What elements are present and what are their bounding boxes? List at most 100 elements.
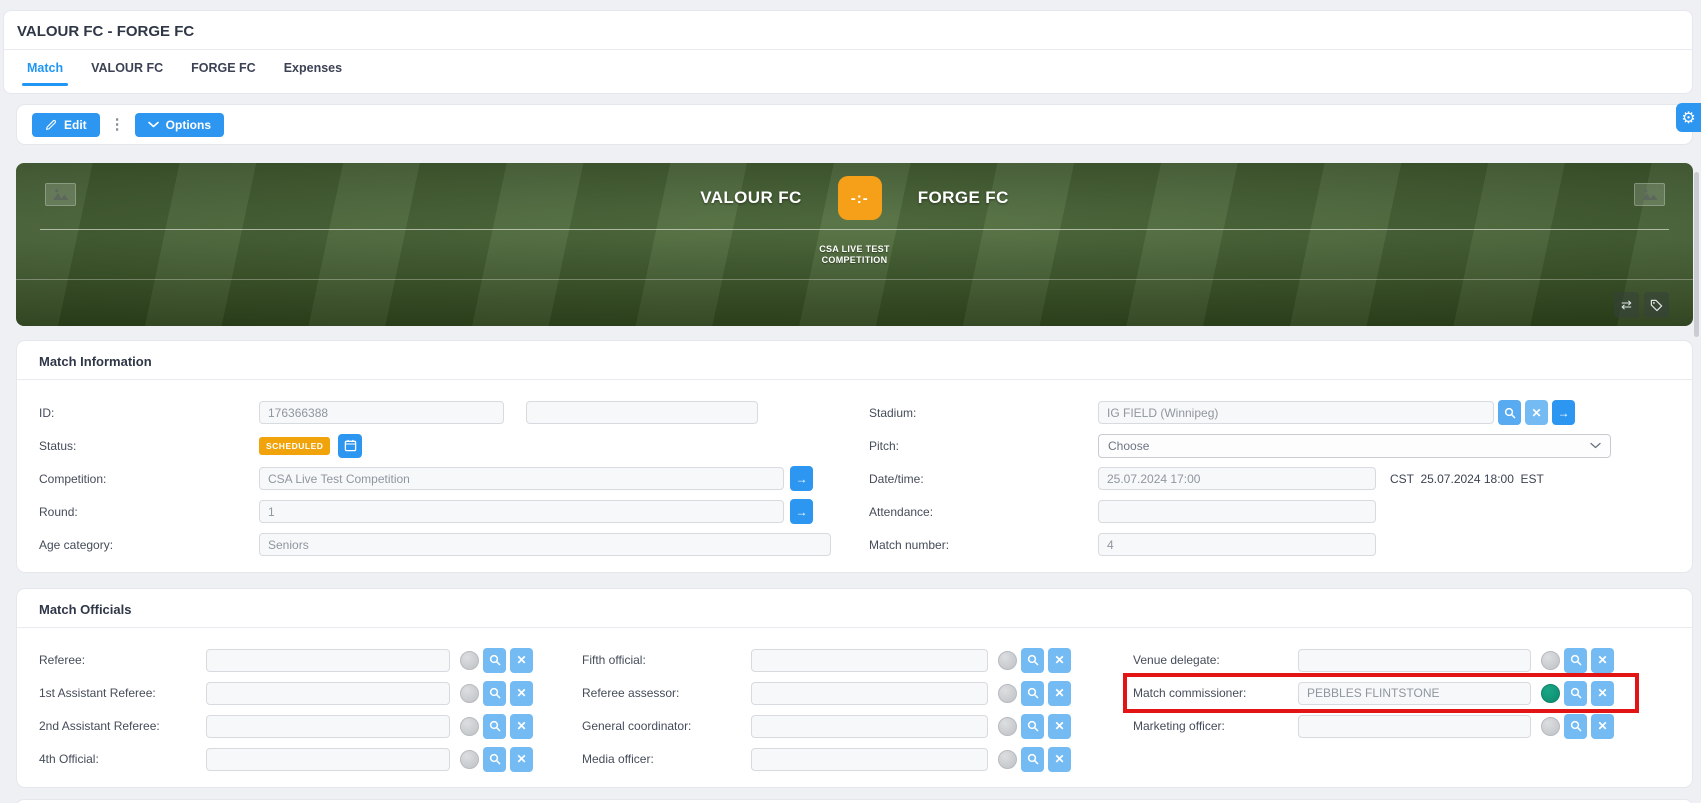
- search-button[interactable]: [483, 714, 506, 739]
- tab-expenses[interactable]: Expenses: [284, 61, 342, 86]
- toolbar: Edit ⋮ Options: [16, 104, 1693, 145]
- clear-button[interactable]: ✕: [1048, 714, 1071, 739]
- schedule-calendar-button[interactable]: [338, 434, 362, 458]
- stadium-search-button[interactable]: [1498, 400, 1521, 425]
- calendar-icon: [344, 439, 357, 452]
- options-button[interactable]: Options: [135, 113, 224, 137]
- search-button[interactable]: [483, 681, 506, 706]
- search-icon: [1027, 687, 1039, 699]
- fifth-official-input[interactable]: [751, 649, 988, 672]
- official-label: Fifth official:: [582, 653, 751, 667]
- clear-button[interactable]: ✕: [1591, 648, 1614, 673]
- clear-button[interactable]: ✕: [1591, 681, 1614, 706]
- officials-column-3: Venue delegate: ✕ Match commissioner: ✕ …: [1133, 647, 1614, 746]
- round-input[interactable]: [259, 500, 784, 523]
- field-row-stadium: Stadium: ✕ →: [869, 401, 1611, 424]
- more-actions-dots-icon[interactable]: ⋮: [110, 117, 125, 132]
- search-button[interactable]: [1564, 648, 1587, 673]
- clear-button[interactable]: ✕: [1048, 648, 1071, 673]
- goto-competition-button[interactable]: →: [790, 466, 813, 491]
- clear-button[interactable]: ✕: [1591, 714, 1614, 739]
- goto-stadium-button[interactable]: →: [1552, 400, 1575, 425]
- competition-input[interactable]: [259, 467, 784, 490]
- competition-name-line1: CSA LIVE TEST: [16, 244, 1693, 255]
- pitch-label: Pitch:: [869, 439, 1098, 453]
- official-status-circle: [460, 684, 479, 703]
- tab-forge-fc[interactable]: FORGE FC: [191, 61, 256, 86]
- score-badge[interactable]: -:-: [838, 176, 882, 220]
- official-label: 2nd Assistant Referee:: [39, 719, 206, 733]
- clear-button[interactable]: ✕: [510, 681, 533, 706]
- attendance-input[interactable]: [1098, 500, 1376, 523]
- official-status-circle: [998, 651, 1017, 670]
- divider: [17, 379, 1692, 380]
- competition-name: CSA LIVE TEST COMPETITION: [16, 244, 1693, 266]
- divider: [17, 627, 1692, 628]
- tab-match[interactable]: Match: [27, 61, 63, 86]
- search-button[interactable]: [1021, 648, 1044, 673]
- venue-delegate-input[interactable]: [1298, 649, 1531, 672]
- chevron-down-icon: [1590, 442, 1601, 449]
- search-icon: [489, 753, 501, 765]
- tab-valour-fc[interactable]: VALOUR FC: [91, 61, 163, 86]
- search-button[interactable]: [1021, 714, 1044, 739]
- official-row-referee-assessor: Referee assessor: ✕: [582, 680, 1071, 706]
- tag-button[interactable]: [1644, 292, 1669, 318]
- fourth-official-input[interactable]: [206, 748, 450, 771]
- pitch-select[interactable]: Choose: [1098, 434, 1611, 458]
- id-secondary-input[interactable]: [526, 401, 758, 424]
- marketing-officer-input[interactable]: [1298, 715, 1531, 738]
- tab-bar: Match VALOUR FC FORGE FC Expenses: [4, 50, 1692, 86]
- official-status-circle: [1541, 717, 1560, 736]
- match-number-input[interactable]: [1098, 533, 1376, 556]
- clear-button[interactable]: ✕: [510, 747, 533, 772]
- banner-actions: ⇄: [1614, 292, 1669, 318]
- search-button[interactable]: [483, 747, 506, 772]
- field-row-match-number: Match number:: [869, 533, 1611, 556]
- swap-teams-button[interactable]: ⇄: [1614, 292, 1639, 318]
- age-category-input[interactable]: [259, 533, 831, 556]
- clear-button[interactable]: ✕: [1048, 681, 1071, 706]
- search-button[interactable]: [1021, 747, 1044, 772]
- search-button[interactable]: [1021, 681, 1044, 706]
- options-button-label: Options: [166, 118, 211, 132]
- goto-round-button[interactable]: →: [790, 499, 813, 524]
- edit-button[interactable]: Edit: [32, 113, 100, 137]
- referee-input[interactable]: [206, 649, 450, 672]
- official-label: Marketing officer:: [1133, 719, 1298, 733]
- official-label: Referee:: [39, 653, 206, 667]
- match-commissioner-input[interactable]: [1298, 682, 1531, 705]
- second-assistant-referee-input[interactable]: [206, 715, 450, 738]
- pencil-icon: [45, 119, 57, 131]
- search-icon: [1027, 720, 1039, 732]
- first-assistant-referee-input[interactable]: [206, 682, 450, 705]
- official-label: 1st Assistant Referee:: [39, 686, 206, 700]
- search-button[interactable]: [483, 648, 506, 673]
- search-icon: [1504, 407, 1516, 419]
- settings-flyout-button[interactable]: ⚙: [1676, 103, 1701, 132]
- stadium-clear-button[interactable]: ✕: [1525, 400, 1548, 425]
- x-icon: ✕: [1054, 719, 1064, 733]
- general-coordinator-input[interactable]: [751, 715, 988, 738]
- search-icon: [1570, 720, 1582, 732]
- page-title: VALOUR FC - FORGE FC: [4, 11, 1692, 49]
- clear-button[interactable]: ✕: [1048, 747, 1071, 772]
- clear-button[interactable]: ✕: [510, 648, 533, 673]
- field-row-competition: Competition: →: [39, 467, 831, 490]
- field-row-attendance: Attendance:: [869, 500, 1611, 523]
- id-input[interactable]: [259, 401, 504, 424]
- scrollbar[interactable]: [1694, 172, 1699, 337]
- datetime-input[interactable]: [1098, 467, 1376, 490]
- official-status-circle: [998, 717, 1017, 736]
- attendance-label: Attendance:: [869, 505, 1098, 519]
- official-status-circle-confirmed: [1541, 684, 1560, 703]
- referee-assessor-input[interactable]: [751, 682, 988, 705]
- search-button[interactable]: [1564, 681, 1587, 706]
- field-row-age-category: Age category:: [39, 533, 831, 556]
- pitch-line: [40, 229, 1669, 230]
- media-officer-input[interactable]: [751, 748, 988, 771]
- search-button[interactable]: [1564, 714, 1587, 739]
- stadium-input[interactable]: [1098, 401, 1494, 424]
- clear-button[interactable]: ✕: [510, 714, 533, 739]
- section-title: Match Information: [17, 341, 1692, 379]
